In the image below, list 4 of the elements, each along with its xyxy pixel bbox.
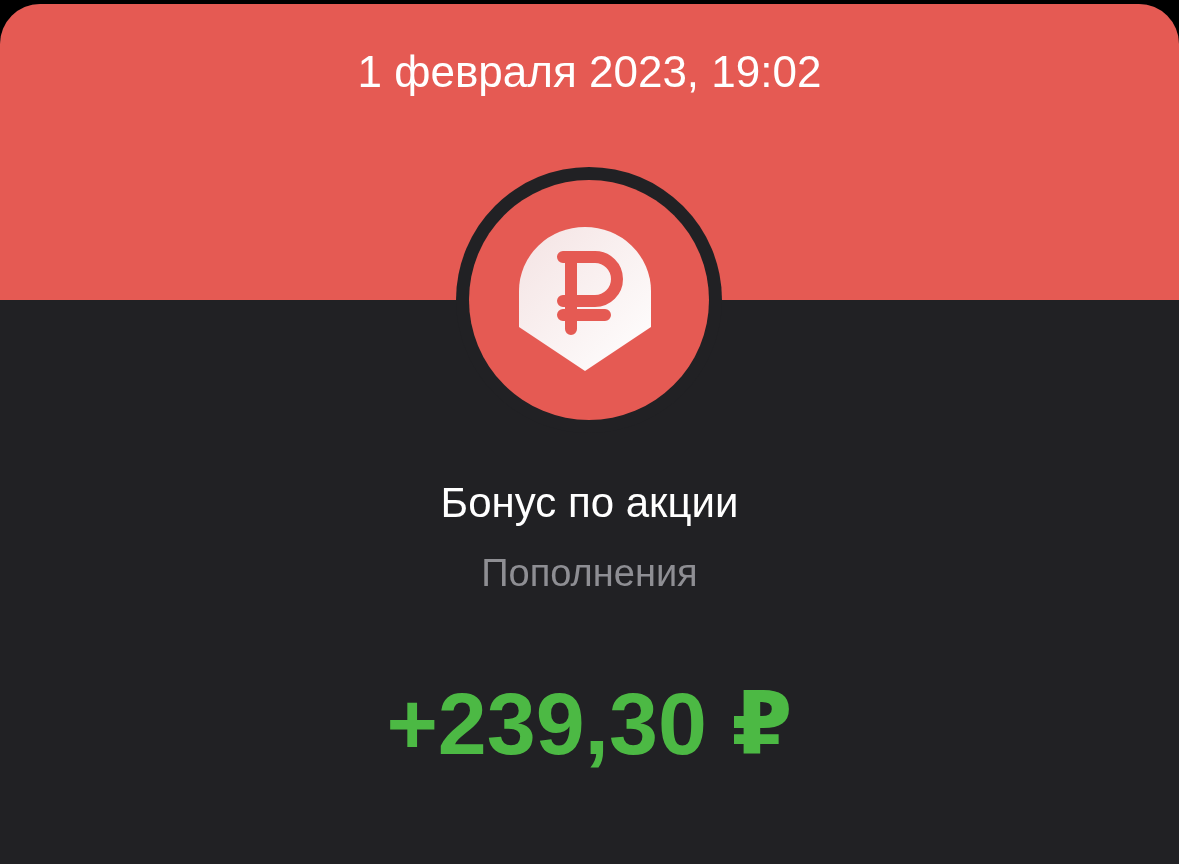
transaction-date: 1 февраля 2023, 19:02 xyxy=(357,46,822,98)
operation-category: Пополнения xyxy=(481,551,698,596)
operation-amount: +239,30 ₽ xyxy=(386,674,793,774)
operation-title: Бонус по акции xyxy=(440,478,739,528)
